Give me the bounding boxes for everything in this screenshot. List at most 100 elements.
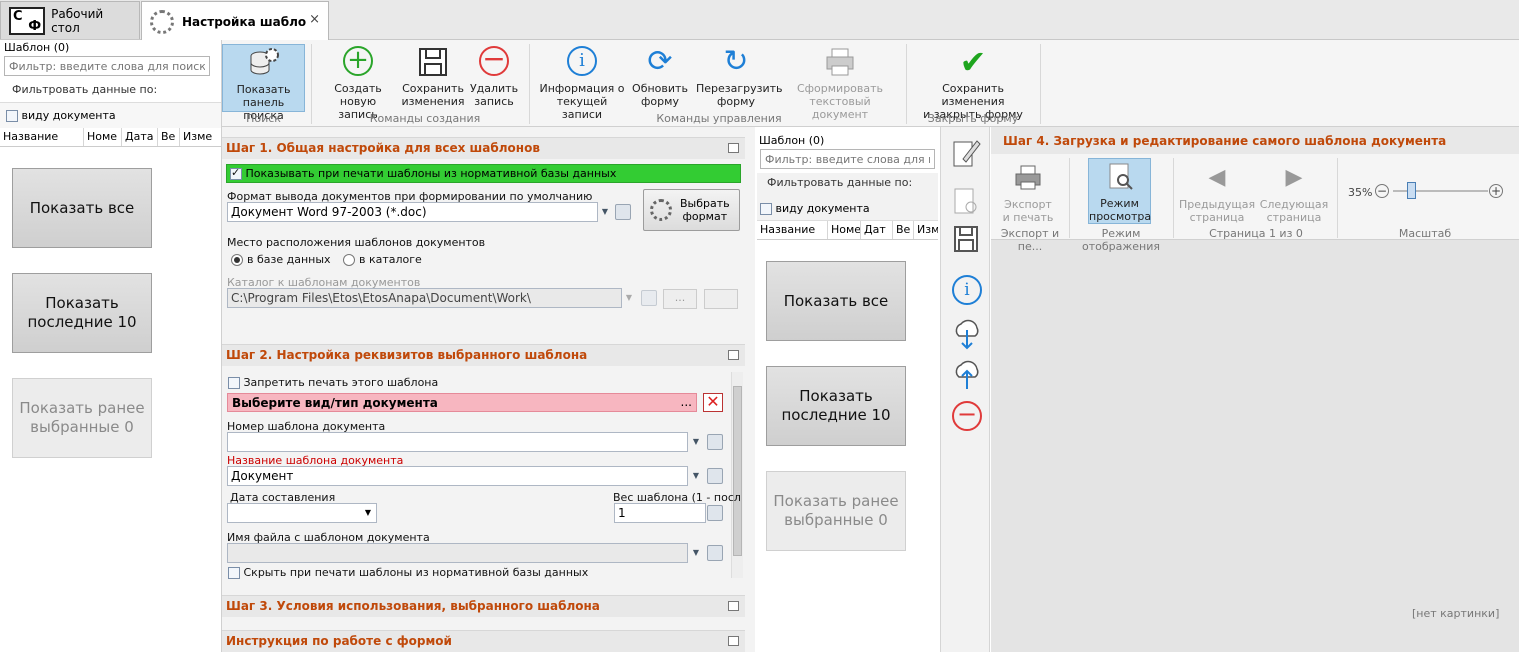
tab-desktop[interactable]: С Ф Рабочий стол: [0, 1, 140, 39]
filename-input[interactable]: [227, 543, 688, 563]
previous-page-button[interactable]: ◀ Предыдущая страница: [1179, 160, 1255, 224]
step2-scrollbar[interactable]: [731, 372, 743, 578]
in-db-radio-circle[interactable]: [231, 254, 243, 266]
refresh-form-button[interactable]: ⟳ Обновить форму: [632, 44, 688, 109]
step3-header[interactable]: Шаг 3. Условия использования, выбранного…: [222, 595, 745, 617]
col-name[interactable]: Название: [0, 128, 84, 146]
location-label: Место расположения шаблонов документов: [227, 236, 486, 249]
left-doctype-filter[interactable]: виду документа: [6, 109, 116, 122]
scrollbar-thumb[interactable]: [733, 386, 742, 556]
app-logo-icon: С Ф: [9, 6, 46, 35]
step1-header[interactable]: Шаг 1. Общая настройка для всех шаблонов: [222, 137, 745, 159]
export-print-button[interactable]: Экспорт и печать: [993, 160, 1063, 224]
folder-icon[interactable]: [704, 289, 738, 309]
col-weight[interactable]: Ве: [158, 128, 180, 146]
tab-settings[interactable]: Настройка шабло ×: [141, 1, 329, 41]
chevron-down-icon[interactable]: ▼: [689, 544, 703, 562]
edit-icon[interactable]: [707, 468, 723, 484]
left-show-last10-button[interactable]: Показать последние 10: [12, 273, 152, 353]
record-info-button[interactable]: i Информация о текущей записи: [538, 44, 626, 121]
info-icon[interactable]: i: [952, 275, 982, 305]
doc-type-select[interactable]: Выберите вид/тип документа ...: [227, 393, 697, 412]
left-search-input[interactable]: [4, 56, 210, 76]
cloud-download-icon[interactable]: [951, 318, 983, 352]
col-changed[interactable]: Изме: [180, 128, 221, 146]
delete-record-button[interactable]: − Удалить запись: [469, 44, 519, 109]
reload-form-button[interactable]: ↻ Перезагрузить форму: [696, 44, 783, 109]
show-normative-row[interactable]: Показывать при печати шаблоны из нормати…: [226, 164, 741, 183]
step2-header[interactable]: Шаг 2. Настройка реквизитов выбранного ш…: [222, 344, 745, 366]
edit-icon[interactable]: [707, 434, 723, 450]
in-catalog-radio[interactable]: в каталоге: [343, 253, 422, 266]
edit-document-icon[interactable]: [951, 137, 981, 169]
forbid-print-checkbox[interactable]: [228, 377, 240, 389]
close-tab-icon[interactable]: ×: [309, 12, 320, 27]
main-ribbon: Показать панель поиска Поиск + Создать н…: [222, 40, 1519, 127]
edit-icon[interactable]: [707, 545, 723, 561]
middle-show-previous-button[interactable]: Показать ранее выбранные 0: [766, 471, 906, 551]
weight-input[interactable]: 1: [614, 503, 706, 523]
zoom-out-icon[interactable]: −: [1375, 184, 1389, 198]
browse-button[interactable]: ...: [663, 289, 697, 309]
middle-show-all-button[interactable]: Показать все: [766, 261, 906, 341]
col-date[interactable]: Дат: [861, 221, 893, 239]
minus-icon[interactable]: −: [952, 401, 982, 431]
clear-icon[interactable]: ✕: [703, 393, 723, 412]
edit-icon[interactable]: [615, 204, 631, 220]
middle-title: Шаблон (0): [759, 134, 825, 147]
pin-icon[interactable]: [728, 636, 739, 646]
col-date[interactable]: Дата: [122, 128, 158, 146]
col-changed[interactable]: Изм: [914, 221, 938, 239]
forbid-print-row[interactable]: Запретить печать этого шаблона: [228, 376, 438, 389]
col-number[interactable]: Номе: [828, 221, 861, 239]
instruction-header[interactable]: Инструкция по работе с формой: [222, 630, 745, 652]
in-catalog-radio-circle[interactable]: [343, 254, 355, 266]
zoom-slider-thumb[interactable]: [1407, 182, 1416, 199]
show-search-panel-button[interactable]: Показать панель поиска: [222, 44, 305, 122]
chevron-down-icon[interactable]: ▼: [361, 504, 375, 522]
show-normative-label: Показывать при печати шаблоны из нормати…: [245, 167, 617, 180]
hide-normative-checkbox[interactable]: [228, 567, 240, 579]
save-template-icon[interactable]: [953, 225, 981, 255]
attach-document-icon[interactable]: [951, 185, 981, 217]
next-page-button[interactable]: ▶ Следующая страница: [1259, 160, 1329, 224]
middle-search-input[interactable]: [760, 149, 935, 169]
left-doctype-checkbox[interactable]: [6, 110, 18, 122]
pin-icon[interactable]: [728, 350, 739, 360]
generate-text-doc-button[interactable]: Сформировать текстовый документ: [784, 44, 896, 121]
chevron-down-icon[interactable]: ▼: [689, 467, 703, 485]
middle-doctype-checkbox[interactable]: [760, 203, 772, 215]
edit-icon[interactable]: [641, 290, 657, 306]
col-weight[interactable]: Ве: [893, 221, 914, 239]
number-input[interactable]: [227, 432, 688, 452]
col-number[interactable]: Номе: [84, 128, 122, 146]
edit-icon[interactable]: [707, 505, 723, 521]
col-name[interactable]: Название: [757, 221, 828, 239]
middle-show-last10-button[interactable]: Показать последние 10: [766, 366, 906, 446]
show-normative-checkbox[interactable]: [230, 166, 242, 180]
catalog-input[interactable]: C:\Program Files\Etos\EtosAnapa\Document…: [227, 288, 622, 308]
middle-doctype-filter[interactable]: виду документа: [760, 202, 870, 215]
format-select[interactable]: Документ Word 97-2003 (*.doc): [227, 202, 598, 222]
preview-mode-button[interactable]: Режим просмотра: [1088, 158, 1151, 224]
hide-normative-row[interactable]: Скрыть при печати шаблоны из нормативной…: [228, 566, 588, 579]
cloud-upload-icon[interactable]: [951, 359, 983, 393]
chevron-down-icon[interactable]: ▼: [622, 289, 636, 307]
pin-icon[interactable]: [728, 601, 739, 611]
plus-icon: +: [343, 46, 373, 76]
date-input[interactable]: [227, 503, 377, 523]
in-db-radio[interactable]: в базе данных: [231, 253, 331, 266]
zoom-in-icon[interactable]: +: [1489, 184, 1503, 198]
chevron-down-icon[interactable]: ▼: [689, 433, 703, 451]
left-show-previous-button[interactable]: Показать ранее выбранные 0: [12, 378, 152, 458]
chevron-down-icon[interactable]: ▼: [598, 203, 612, 221]
choose-format-button[interactable]: Выбрать формат: [643, 189, 740, 231]
left-show-all-button[interactable]: Показать все: [12, 168, 152, 248]
doc-type-browse[interactable]: ...: [681, 395, 692, 409]
reload-icon: ↻: [723, 44, 749, 79]
create-record-button[interactable]: + Создать новую запись: [327, 44, 389, 121]
pin-icon[interactable]: [728, 143, 739, 153]
save-and-close-button[interactable]: ✔ Сохранить изменения и закрыть форму: [914, 44, 1032, 121]
name-input[interactable]: Документ: [227, 466, 688, 486]
save-changes-button[interactable]: Сохранить изменения: [400, 44, 466, 108]
